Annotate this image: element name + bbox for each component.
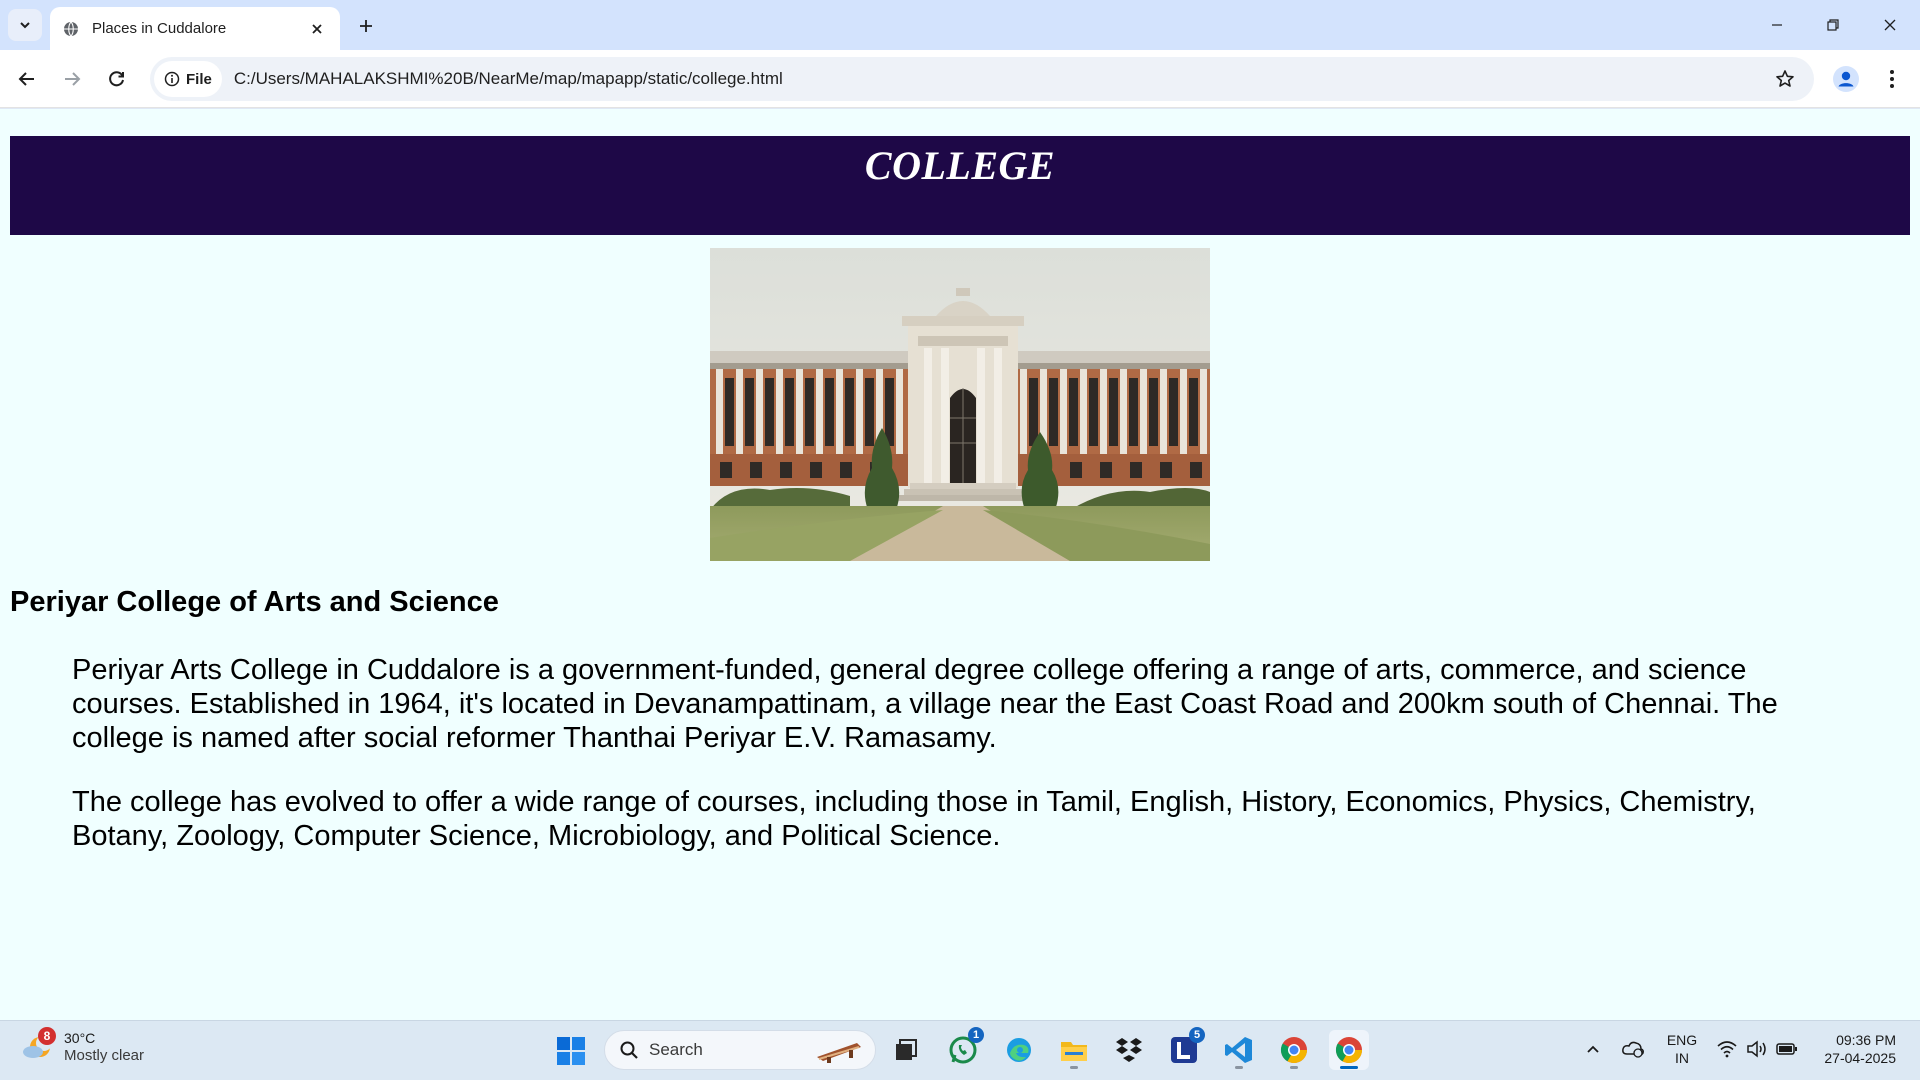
- college-building-image: [710, 248, 1210, 561]
- taskbar-task-view[interactable]: [886, 1030, 926, 1070]
- restore-icon: [1827, 19, 1839, 31]
- system-clock[interactable]: 09:36 PM 27-04-2025: [1810, 1031, 1896, 1067]
- running-indicator: [1235, 1066, 1243, 1069]
- taskbar-chrome-active[interactable]: [1329, 1030, 1369, 1070]
- page-viewport: COLLEGE Periyar College of Arts and Scie…: [0, 109, 1920, 1020]
- battery-status[interactable]: [1774, 1036, 1800, 1062]
- wifi-status[interactable]: [1714, 1036, 1740, 1062]
- weather-condition: Mostly clear: [64, 1047, 145, 1064]
- weather-moon-cloud-icon: 8: [20, 1027, 56, 1065]
- bookmark-button[interactable]: [1770, 64, 1800, 94]
- chrome-icon: [1335, 1037, 1363, 1064]
- avatar-icon: [1833, 66, 1859, 92]
- vscode-icon: [1225, 1037, 1252, 1063]
- taskbar-dropbox[interactable]: [1109, 1030, 1149, 1070]
- edge-icon: [1007, 1038, 1031, 1062]
- minimize-button[interactable]: [1762, 10, 1792, 40]
- star-icon: [1776, 70, 1794, 87]
- close-window-button[interactable]: [1875, 10, 1905, 40]
- profile-button[interactable]: [1831, 64, 1861, 94]
- l-app-badge: 5: [1189, 1027, 1205, 1043]
- forward-button[interactable]: [57, 64, 87, 94]
- close-tab-icon[interactable]: [306, 18, 328, 40]
- page-title: COLLEGE: [864, 143, 1056, 188]
- globe-icon: [62, 20, 80, 38]
- chrome-icon: [1280, 1037, 1308, 1064]
- cloud-sync-icon: [1622, 1041, 1644, 1058]
- weather-notification-badge: 8: [38, 1027, 56, 1045]
- input-language-indicator[interactable]: ENG IN: [1664, 1031, 1700, 1067]
- language-code: ENG: [1666, 1032, 1698, 1048]
- taskbar-search-box[interactable]: Search: [604, 1030, 876, 1070]
- search-icon: [620, 1041, 638, 1059]
- description-paragraph-2: The college has evolved to offer a wide …: [72, 786, 1756, 852]
- taskbar-file-explorer[interactable]: [1054, 1030, 1094, 1070]
- taskbar-chrome[interactable]: [1274, 1030, 1314, 1070]
- folder-icon: [1061, 1042, 1087, 1061]
- chevron-down-icon: [20, 22, 30, 29]
- task-view-icon: [896, 1039, 917, 1060]
- description-paragraph-1: Periyar Arts College in Cuddalore is a g…: [72, 654, 1778, 754]
- whatsapp-badge: 1: [968, 1027, 984, 1043]
- back-button[interactable]: [12, 64, 42, 94]
- tab-title: Places in Cuddalore: [92, 20, 227, 37]
- browser-menu-button[interactable]: [1877, 64, 1907, 94]
- taskbar-l-app[interactable]: 5: [1164, 1027, 1205, 1070]
- new-tab-button[interactable]: [352, 12, 380, 40]
- url-text[interactable]: C:/Users/MAHALAKSHMI%20B/NearMe/map/mapa…: [234, 69, 1770, 89]
- search-highlight-icon: [817, 1043, 861, 1063]
- forward-arrow-icon: [65, 72, 81, 86]
- language-region: IN: [1675, 1050, 1689, 1066]
- windows-logo-icon: [557, 1037, 585, 1065]
- onedrive-status-button[interactable]: [1620, 1036, 1646, 1062]
- tab-strip: Places in Cuddalore: [0, 0, 1920, 50]
- speaker-icon: [1747, 1040, 1766, 1058]
- clock-date: 27-04-2025: [1824, 1050, 1896, 1066]
- page-header-banner: COLLEGE: [10, 136, 1910, 235]
- clock-time: 09:36 PM: [1836, 1032, 1896, 1048]
- minimize-icon: [1772, 24, 1782, 26]
- battery-icon: [1776, 1043, 1797, 1055]
- taskbar-vscode[interactable]: [1219, 1030, 1259, 1070]
- address-bar[interactable]: File C:/Users/MAHALAKSHMI%20B/NearMe/map…: [150, 57, 1814, 101]
- college-name-heading: Periyar College of Arts and Science: [10, 586, 499, 618]
- close-icon: [1884, 19, 1896, 31]
- running-indicator: [1290, 1066, 1298, 1069]
- tab-search-button[interactable]: [8, 9, 42, 41]
- search-box-label: Search: [649, 1040, 703, 1059]
- wifi-icon: [1717, 1041, 1737, 1058]
- more-vertical-icon: [1890, 70, 1894, 88]
- dropbox-icon: [1116, 1038, 1142, 1062]
- tab-places-in-cuddalore[interactable]: Places in Cuddalore: [50, 7, 340, 50]
- chevron-up-icon: [1587, 1045, 1599, 1053]
- volume-status[interactable]: [1744, 1036, 1770, 1062]
- windows-taskbar: 8 30°C Mostly clear Search 1 5 ENG IN 09…: [0, 1020, 1920, 1080]
- site-info-chip[interactable]: File: [154, 61, 222, 97]
- show-hidden-icons-button[interactable]: [1580, 1036, 1606, 1062]
- running-indicator: [1070, 1066, 1078, 1069]
- reload-icon: [109, 71, 124, 87]
- weather-widget[interactable]: 8 30°C Mostly clear: [20, 1027, 145, 1065]
- start-button[interactable]: [554, 1034, 588, 1068]
- active-window-indicator: [1340, 1066, 1358, 1069]
- taskbar-edge[interactable]: [999, 1030, 1039, 1070]
- reload-button[interactable]: [102, 64, 132, 94]
- taskbar-whatsapp[interactable]: 1: [943, 1027, 984, 1070]
- site-chip-label: File: [186, 70, 212, 88]
- browser-toolbar: File C:/Users/MAHALAKSHMI%20B/NearMe/map…: [0, 50, 1920, 108]
- restore-button[interactable]: [1818, 10, 1848, 40]
- back-arrow-icon: [18, 72, 34, 86]
- plus-icon: [360, 20, 372, 32]
- info-icon: [164, 71, 180, 87]
- weather-temperature: 30°C: [64, 1030, 96, 1046]
